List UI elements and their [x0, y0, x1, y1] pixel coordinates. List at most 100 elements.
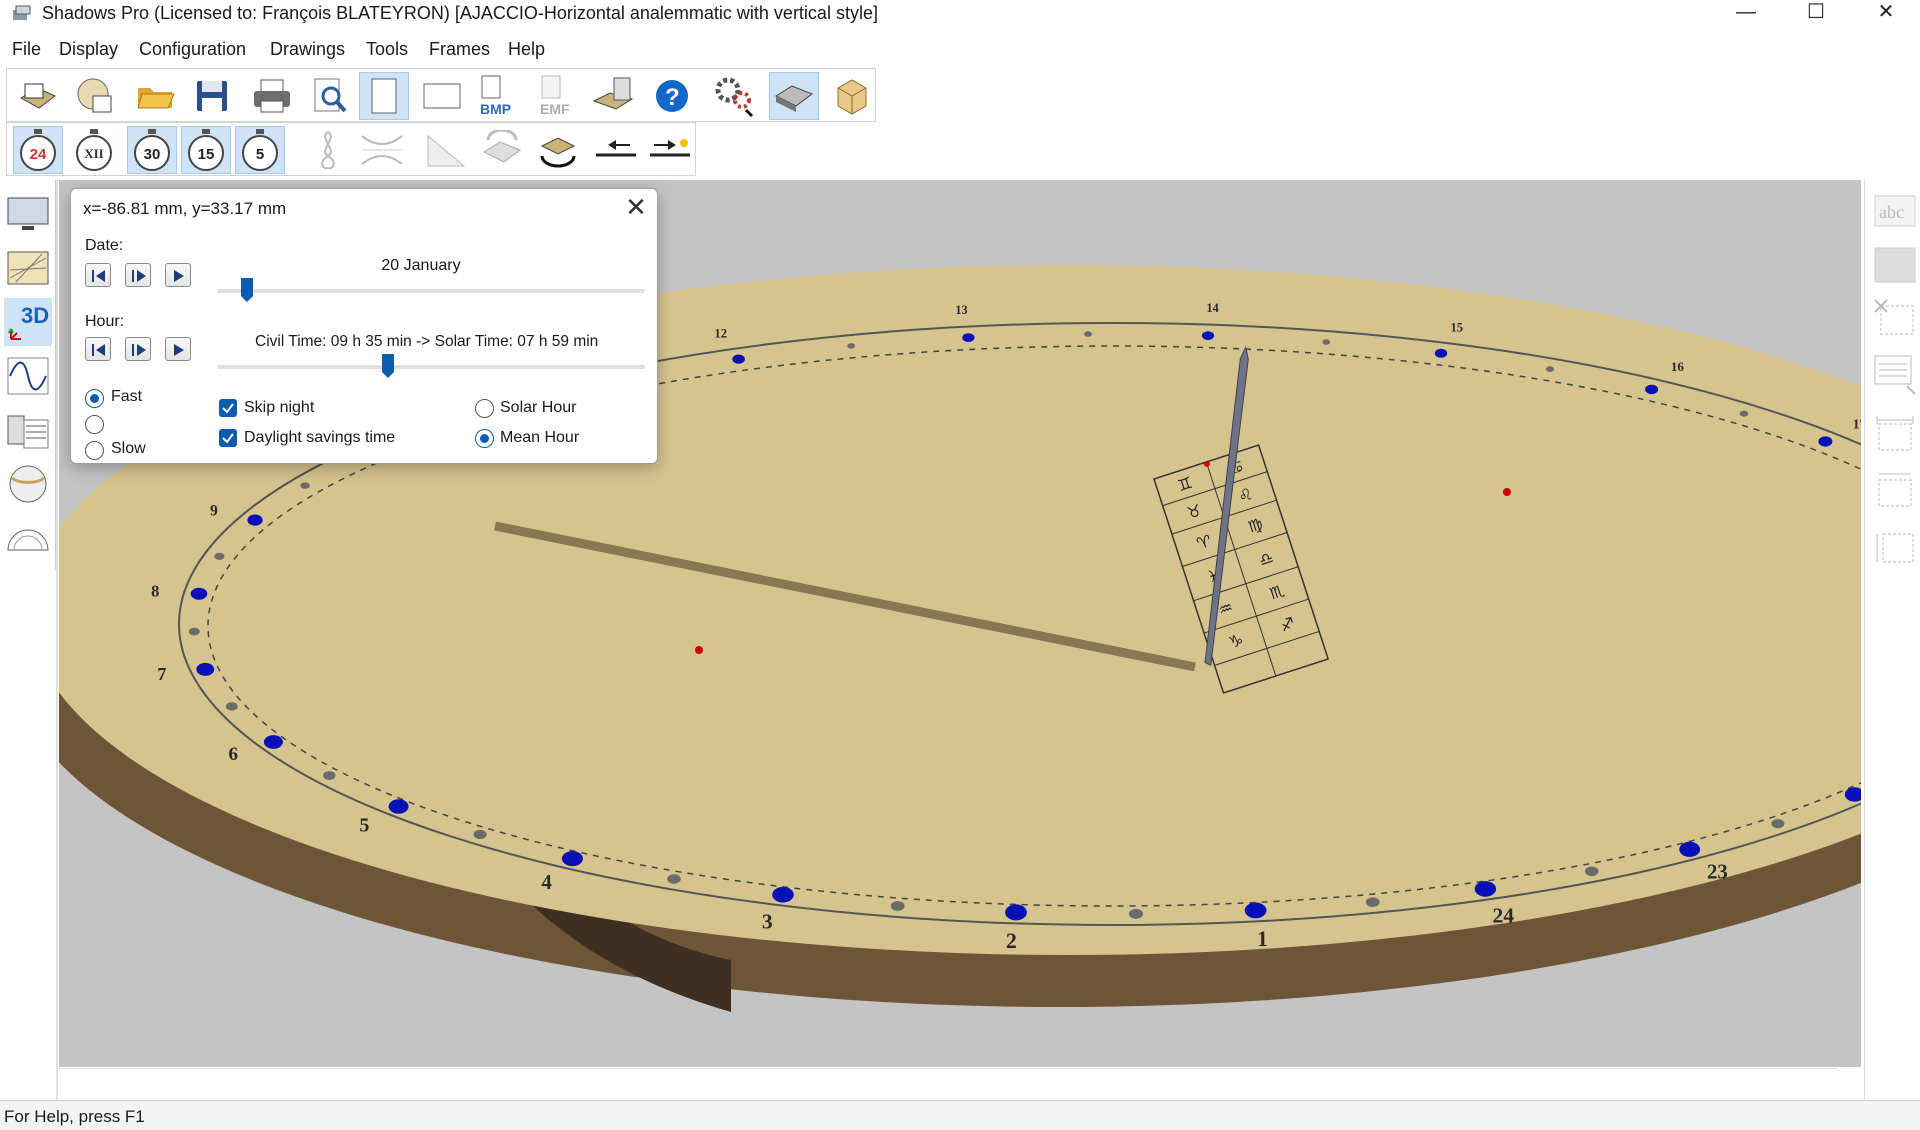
- date-play-button[interactable]: [125, 263, 151, 287]
- speed-medium-radio[interactable]: [85, 415, 104, 434]
- rotate-active-button[interactable]: [533, 126, 583, 174]
- svg-text:5: 5: [256, 146, 264, 163]
- help-button[interactable]: ?: [647, 72, 697, 120]
- analemma-button[interactable]: [303, 126, 353, 174]
- frame-resize-icon[interactable]: [1873, 414, 1917, 458]
- table-view-button[interactable]: [4, 406, 52, 454]
- text-tool-icon[interactable]: abc: [1873, 190, 1917, 234]
- menu-frames[interactable]: Frames: [429, 39, 490, 60]
- move-left-button[interactable]: [591, 126, 641, 174]
- hour-prev-button[interactable]: [85, 337, 111, 361]
- half-hour-dot: [225, 702, 238, 711]
- hour-label: 17: [1853, 418, 1861, 433]
- analemma-icon: [321, 130, 335, 170]
- view-3d-button[interactable]: 3D: [4, 298, 52, 346]
- step-30-button[interactable]: 30: [127, 126, 177, 174]
- solar-hour-label: Solar Hour: [500, 399, 577, 416]
- export-emf-button[interactable]: EMF: [533, 72, 583, 120]
- frame-list-icon[interactable]: [1873, 352, 1917, 396]
- focus-marker-left: [695, 646, 703, 654]
- maximize-button[interactable]: ☐: [1786, 0, 1846, 26]
- save-button[interactable]: [187, 72, 237, 120]
- date-prev-button[interactable]: [85, 263, 111, 287]
- right-tool-bar: abc: [1864, 180, 1920, 1100]
- globe-view-button[interactable]: [4, 460, 52, 508]
- menu-drawings[interactable]: Drawings: [270, 39, 345, 60]
- open-button[interactable]: [131, 72, 181, 120]
- half-hour-dot: [1129, 908, 1143, 919]
- plan-view-button[interactable]: [4, 244, 52, 292]
- arrow-right-sun-icon: [650, 139, 690, 157]
- curve-view-button[interactable]: [4, 352, 52, 400]
- half-dial-view-button[interactable]: [4, 514, 52, 562]
- half-hour-dot: [473, 829, 487, 840]
- view-dial-button[interactable]: [769, 72, 819, 120]
- printer-icon: [254, 79, 290, 113]
- wizard-button[interactable]: [69, 72, 119, 120]
- svg-text:3D: 3D: [21, 303, 49, 328]
- hour-label: 1: [1257, 927, 1268, 951]
- print-preview-button[interactable]: [305, 72, 355, 120]
- date-slider-thumb[interactable]: [240, 277, 254, 303]
- landscape-page-button[interactable]: [417, 72, 467, 120]
- skip-night-checkbox[interactable]: [219, 399, 237, 417]
- calculator-table-icon: [7, 415, 49, 449]
- menu-configuration[interactable]: Configuration: [139, 39, 246, 60]
- hour-slider-track[interactable]: [217, 365, 645, 369]
- angle-button[interactable]: [421, 126, 471, 174]
- calculator-button[interactable]: [589, 72, 639, 120]
- hour-slider-thumb[interactable]: [381, 353, 395, 379]
- box-view-button[interactable]: [827, 72, 877, 120]
- portrait-page-button[interactable]: [359, 72, 409, 120]
- menu-tools[interactable]: Tools: [366, 39, 408, 60]
- step-15-button[interactable]: 15: [181, 126, 231, 174]
- monitor-view-button[interactable]: [4, 190, 52, 238]
- half-hour-dot: [1739, 410, 1749, 417]
- delete-frame-icon[interactable]: [1873, 298, 1917, 342]
- clock-24-button[interactable]: 24: [13, 126, 63, 174]
- hour-dot: [1679, 841, 1701, 858]
- menu-display[interactable]: Display: [59, 39, 118, 60]
- settings-button[interactable]: [709, 72, 759, 120]
- time-toolbar: 24 XII 30 15 5: [6, 122, 696, 176]
- horizontal-scrollbar[interactable]: [59, 1068, 1837, 1098]
- hour-dot: [1005, 904, 1027, 921]
- svg-text:XII: XII: [84, 146, 104, 161]
- date-label: Date:: [85, 237, 124, 254]
- hour-next-button[interactable]: [165, 337, 191, 361]
- half-hour-dot: [1771, 819, 1785, 829]
- date-slider-track[interactable]: [217, 289, 645, 293]
- half-hour-dot: [323, 771, 336, 780]
- stopwatch-15-icon: 15: [188, 129, 224, 171]
- clock-xii-button[interactable]: XII: [69, 126, 119, 174]
- frame-height-icon[interactable]: [1873, 526, 1917, 570]
- export-bmp-button[interactable]: BMP: [473, 72, 523, 120]
- menu-file[interactable]: File: [12, 39, 41, 60]
- solar-hour-radio[interactable]: [475, 399, 494, 418]
- hour-label: 15: [1450, 320, 1463, 334]
- date-next-button[interactable]: [165, 263, 191, 287]
- menu-help[interactable]: Help: [508, 39, 545, 60]
- play-step-icon: [132, 270, 146, 282]
- landscape-page-icon: [423, 83, 461, 109]
- step-5-button[interactable]: 5: [235, 126, 285, 174]
- mean-hour-label: Mean Hour: [500, 429, 580, 446]
- daylight-savings-checkbox[interactable]: [219, 429, 237, 447]
- new-dial-button[interactable]: [13, 72, 63, 120]
- half-hour-dot: [1545, 366, 1555, 372]
- half-hour-dot: [1365, 897, 1380, 907]
- hour-label: 6: [228, 744, 238, 765]
- dialog-close-button[interactable]: ✕: [621, 193, 651, 223]
- print-button[interactable]: [247, 72, 297, 120]
- hour-play-button[interactable]: [125, 337, 151, 361]
- image-tool-icon[interactable]: [1873, 244, 1917, 288]
- mean-hour-radio[interactable]: [475, 429, 494, 448]
- speed-fast-radio[interactable]: [85, 389, 104, 408]
- close-button[interactable]: ✕: [1856, 0, 1916, 26]
- minimize-button[interactable]: ―: [1716, 0, 1776, 26]
- rotate-button[interactable]: [477, 126, 527, 174]
- frame-width-icon[interactable]: [1873, 470, 1917, 514]
- move-right-button[interactable]: [645, 126, 695, 174]
- hyperbola-button[interactable]: [357, 126, 407, 174]
- speed-slow-radio[interactable]: [85, 441, 104, 460]
